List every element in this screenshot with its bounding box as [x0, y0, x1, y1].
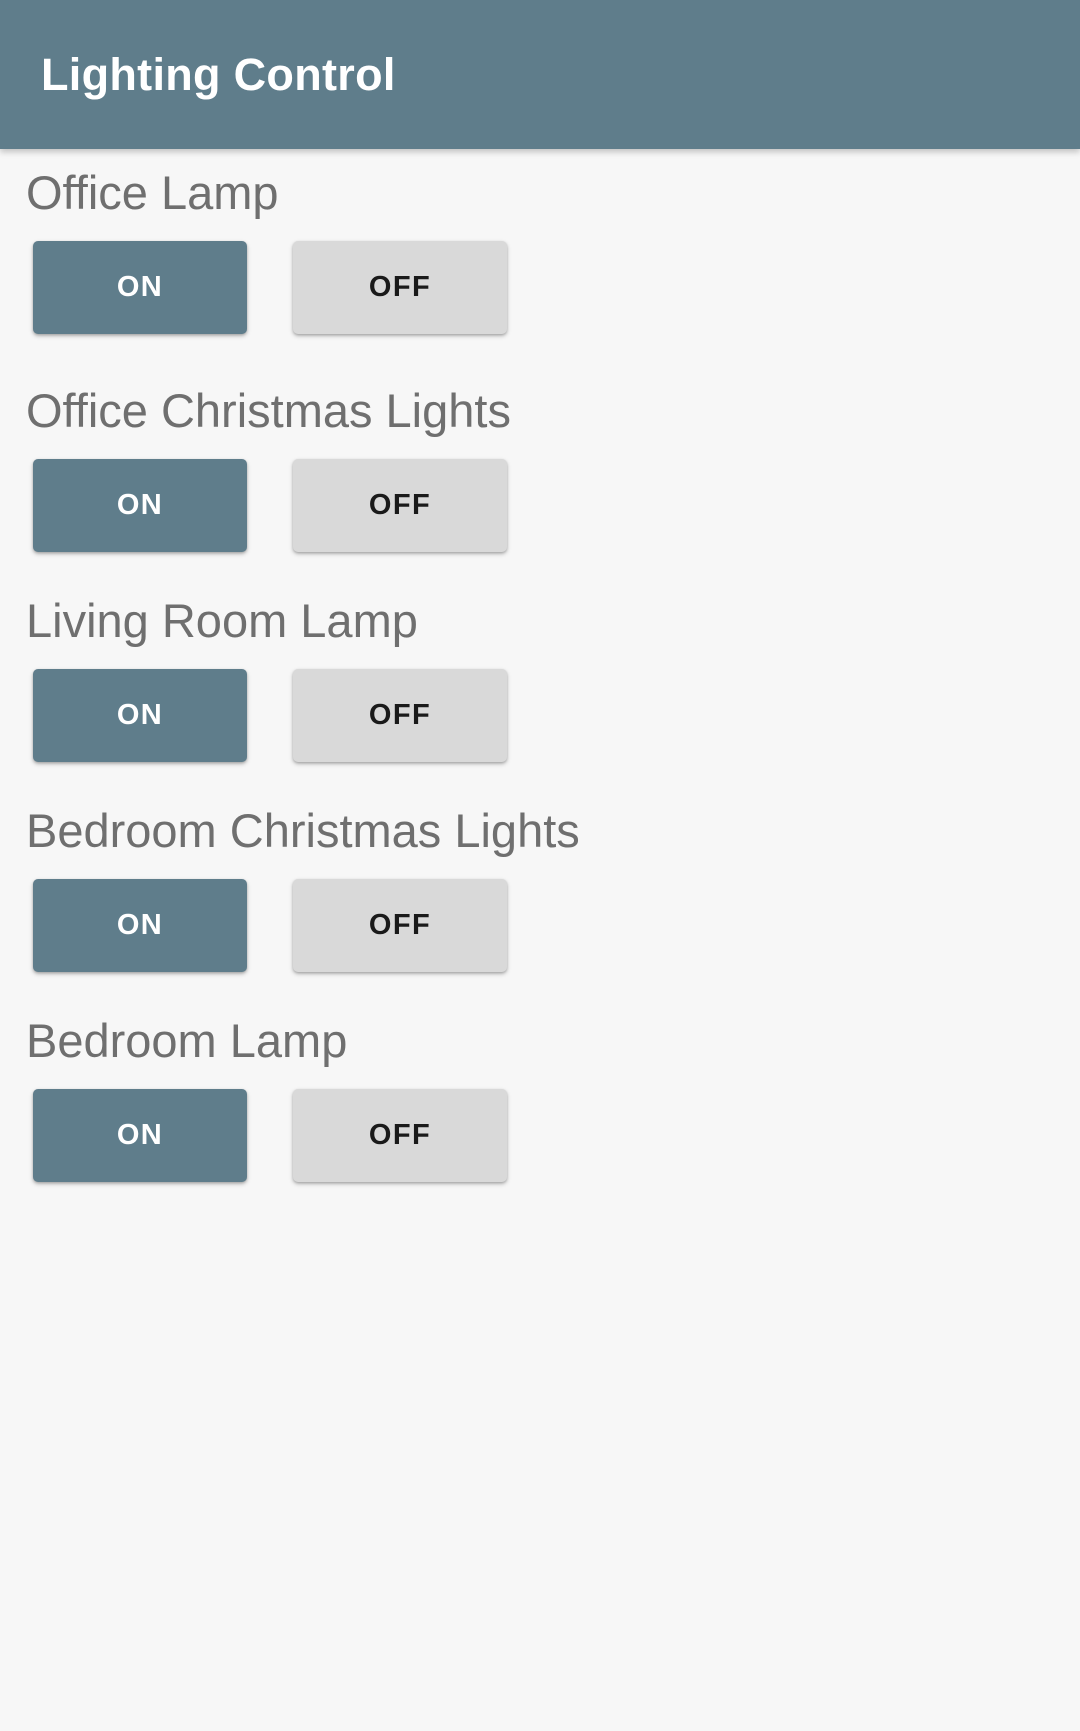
office-christmas-lights-on-button[interactable]: ON	[33, 459, 247, 552]
light-row: Office Christmas Lights ON OFF	[0, 367, 1080, 577]
office-lamp-off-button[interactable]: OFF	[293, 241, 507, 334]
light-toggle-group: ON OFF	[0, 459, 1080, 555]
light-row: Bedroom Lamp ON OFF	[0, 997, 1080, 1207]
bedroom-christmas-lights-off-button[interactable]: OFF	[293, 879, 507, 972]
light-name-label: Office Christmas Lights	[26, 384, 511, 437]
light-toggle-group: ON OFF	[0, 879, 1080, 975]
living-room-lamp-off-button[interactable]: OFF	[293, 669, 507, 762]
page-title: Lighting Control	[41, 49, 396, 100]
bedroom-lamp-on-button[interactable]: ON	[33, 1089, 247, 1182]
light-row: Office Lamp ON OFF	[0, 149, 1080, 367]
light-name-label: Bedroom Lamp	[26, 1014, 348, 1067]
light-toggle-group: ON OFF	[0, 1089, 1080, 1185]
app-bar: Lighting Control	[0, 0, 1080, 149]
bedroom-christmas-lights-on-button[interactable]: ON	[33, 879, 247, 972]
light-name-label: Living Room Lamp	[26, 594, 418, 647]
light-name-label: Office Lamp	[26, 166, 279, 219]
light-row: Living Room Lamp ON OFF	[0, 577, 1080, 787]
bedroom-lamp-off-button[interactable]: OFF	[293, 1089, 507, 1182]
living-room-lamp-on-button[interactable]: ON	[33, 669, 247, 762]
light-list: Office Lamp ON OFF Office Christmas Ligh…	[0, 149, 1080, 1731]
light-toggle-group: ON OFF	[0, 241, 1080, 337]
office-lamp-on-button[interactable]: ON	[33, 241, 247, 334]
office-christmas-lights-off-button[interactable]: OFF	[293, 459, 507, 552]
light-toggle-group: ON OFF	[0, 669, 1080, 765]
light-row: Bedroom Christmas Lights ON OFF	[0, 787, 1080, 997]
light-name-label: Bedroom Christmas Lights	[26, 804, 580, 857]
